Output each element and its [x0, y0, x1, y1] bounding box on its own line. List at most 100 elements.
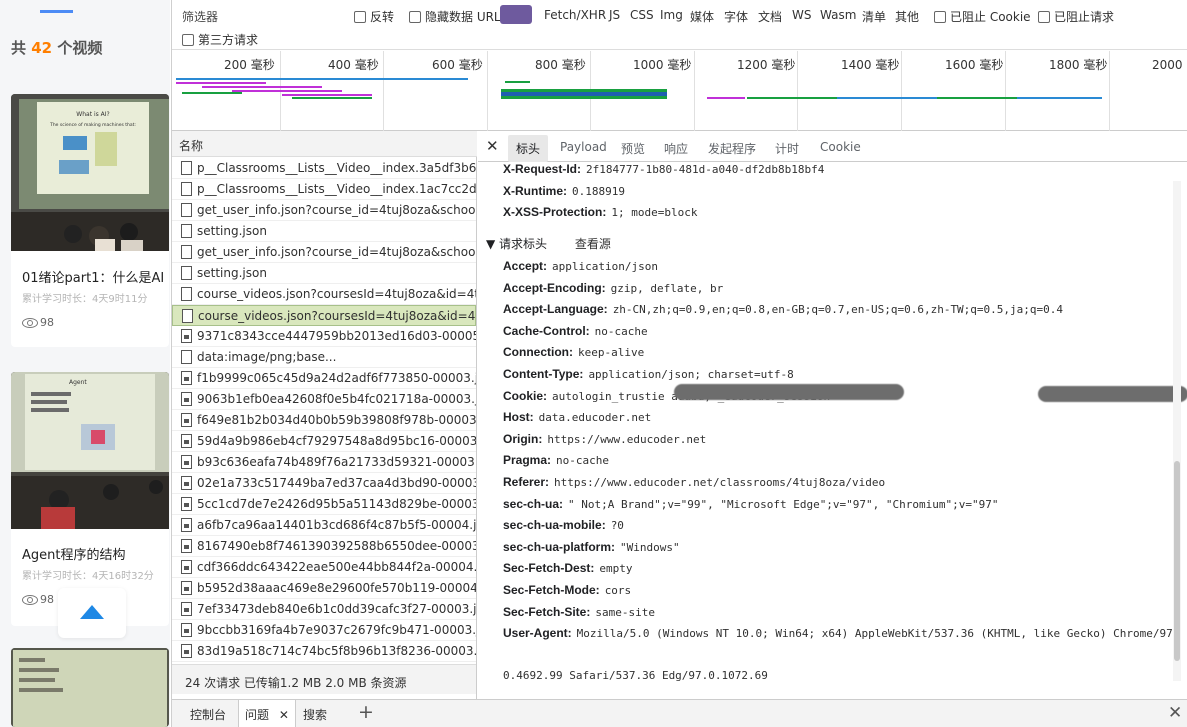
close-icon[interactable]: ✕: [279, 708, 289, 722]
request-name: p__Classrooms__Lists__Video__index.3a5df…: [197, 161, 476, 175]
header-value: " Not;A Brand";v="99", "Microsoft Edge";…: [568, 497, 999, 511]
request-row[interactable]: a6fb7ca96aa14401b3cd686f4c87b5f5-00004.j…: [172, 515, 476, 536]
video-card[interactable]: [11, 648, 169, 727]
blocked-requests-checkbox[interactable]: 已阻止请求: [1038, 8, 1114, 25]
add-tab-icon[interactable]: +: [358, 701, 374, 723]
slide-title: What is AI?: [76, 111, 109, 118]
scrollbar-thumb[interactable]: [1174, 461, 1180, 661]
filter-input[interactable]: 筛选器: [182, 8, 218, 25]
request-name: 5cc1cd7de7e2426d95b5a51143d829be-00003.j…: [197, 497, 476, 511]
request-row[interactable]: b93c636eafa74b489f76a21733d59321-00003.j…: [172, 452, 476, 473]
tab-initiator[interactable]: 发起程序: [708, 140, 756, 157]
tab-headers[interactable]: 标头: [508, 135, 549, 162]
tick-line: [1109, 51, 1110, 131]
type-fetch-xhr[interactable]: Fetch/XHR: [544, 8, 606, 22]
details-scrollbar[interactable]: [1173, 181, 1181, 681]
header-row: Accept-Language: zh-CN,zh;q=0.9,en;q=0.8,…: [503, 302, 1063, 316]
request-row[interactable]: 8167490eb8f7461390392588b6550dee-00003.j…: [172, 536, 476, 557]
header-value: keep-alive: [578, 346, 645, 360]
request-row[interactable]: 9371c8343cce4447959bb2013ed16d03-00005.j…: [172, 326, 476, 347]
request-row[interactable]: f649e81b2b034d40b0b59b39808f978b-00003.j…: [172, 410, 476, 431]
tab-issues[interactable]: 问题 ✕: [238, 700, 296, 727]
header-key: Sec-Fetch-Dest:: [503, 561, 595, 576]
tick-label: 1200 毫秒: [737, 58, 796, 72]
request-row[interactable]: data:image/png;base...: [172, 347, 476, 368]
request-row[interactable]: p__Classrooms__Lists__Video__index.1ac7c…: [172, 179, 476, 200]
tab-cookies[interactable]: Cookie: [820, 140, 861, 154]
video-thumbnail[interactable]: What is AI? The science of making machin…: [11, 94, 169, 251]
close-icon[interactable]: ✕: [486, 137, 499, 155]
request-row[interactable]: 7ef33473deb840e6b1c0dd39cafc3f27-00003.j…: [172, 599, 476, 620]
header-value: 1; mode=block: [611, 206, 698, 219]
request-row[interactable]: 83d19a518c714c74bc5f8b96b13f8236-00003.j…: [172, 641, 476, 662]
request-row[interactable]: setting.json: [172, 263, 476, 284]
request-name: b93c636eafa74b489f76a21733d59321-00003.j…: [197, 455, 476, 469]
hide-data-urls-label: 隐藏数据 URL: [425, 10, 501, 24]
request-row[interactable]: 9bccbb3169fa4b7e9037c2679fc9b471-00003.j…: [172, 620, 476, 641]
close-drawer-icon[interactable]: ✕: [1168, 703, 1182, 723]
video-title[interactable]: Agent程序的结构: [22, 544, 125, 563]
tick-label: 1400 毫秒: [841, 58, 900, 72]
total-suffix: 个视频: [57, 39, 103, 57]
request-row[interactable]: p__Classrooms__Lists__Video__index.3a5df…: [172, 158, 476, 179]
request-row[interactable]: course_videos.json?coursesId=4tuj8oza&id…: [172, 305, 476, 326]
tab-payload[interactable]: Payload: [560, 140, 607, 154]
hide-data-urls-checkbox[interactable]: 隐藏数据 URL: [409, 8, 501, 25]
request-row[interactable]: course_videos.json?coursesId=4tuj8oza&id…: [172, 284, 476, 305]
request-row[interactable]: get_user_info.json?course_id=4tuj8oza&sc…: [172, 242, 476, 263]
type-font[interactable]: 字体: [724, 8, 748, 25]
tab-console[interactable]: 控制台: [190, 706, 226, 723]
request-row[interactable]: f1b9999c065c45d9a24d2adf6f773850-00003.j…: [172, 368, 476, 389]
tab-response[interactable]: 响应: [664, 140, 688, 157]
network-overview-timeline[interactable]: 200 毫秒 400 毫秒 600 毫秒 800 毫秒 1000 毫秒 1200…: [172, 51, 1187, 131]
type-img[interactable]: Img: [660, 8, 683, 22]
video-thumbnail[interactable]: [11, 648, 169, 727]
file-icon: [181, 224, 192, 238]
request-row[interactable]: 9063b1efb0ea42608f0e5b4fc021718a-00003.j…: [172, 389, 476, 410]
blocked-cookies-checkbox[interactable]: 已阻止 Cookie: [934, 8, 1031, 25]
type-ws[interactable]: WS: [792, 8, 811, 22]
third-party-checkbox[interactable]: 第三方请求: [182, 31, 258, 48]
type-media[interactable]: 媒体: [690, 8, 714, 25]
video-card[interactable]: What is AI? The science of making machin…: [11, 94, 169, 347]
video-thumbnail[interactable]: Agent: [11, 372, 169, 529]
type-css[interactable]: CSS: [630, 8, 654, 22]
back-to-top-button[interactable]: [58, 588, 126, 638]
view-source-link[interactable]: 查看源: [575, 237, 611, 251]
waterfall-bar: [292, 97, 372, 99]
waterfall-bar: [505, 81, 530, 83]
waterfall-bar: [747, 97, 837, 99]
invert-checkbox[interactable]: 反转: [354, 8, 394, 25]
request-name: get_user_info.json?course_id=4tuj8oza&sc…: [197, 203, 476, 217]
type-other[interactable]: 其他: [895, 8, 919, 25]
request-row[interactable]: 02e1a733c517449ba7ed37caa4d3bd90-00003.j…: [172, 473, 476, 494]
tab-search[interactable]: 搜索: [303, 706, 327, 723]
tab-preview[interactable]: 预览: [621, 140, 645, 157]
checkbox-icon: [354, 10, 366, 23]
type-manifest[interactable]: 清单: [862, 8, 886, 25]
request-row[interactable]: setting.json: [172, 221, 476, 242]
request-headers-section-title[interactable]: ▼ 请求标头 查看源: [486, 235, 611, 252]
type-doc[interactable]: 文档: [758, 8, 782, 25]
header-value: application/json; charset=utf-8: [588, 368, 794, 381]
request-row[interactable]: b5952d38aaac469e8e29600fe570b119-00004.j…: [172, 578, 476, 599]
header-row: sec-ch-ua-platform: "Windows": [503, 540, 680, 554]
request-row[interactable]: 59d4a9b986eb4cf79297548a8d95bc16-00003.j…: [172, 431, 476, 452]
all-types-button[interactable]: [500, 5, 532, 24]
header-row: Sec-Fetch-Site: same-site: [503, 605, 655, 619]
header-key: Sec-Fetch-Mode:: [503, 583, 600, 597]
header-key: Host:: [503, 410, 534, 425]
checkbox-icon: [1038, 10, 1050, 23]
request-row[interactable]: get_user_info.json?course_id=4tuj8oza&sc…: [172, 200, 476, 221]
request-row[interactable]: cdf366ddc643422eae500e44bb844f2a-00004.j…: [172, 557, 476, 578]
header-key: Referer:: [503, 475, 550, 489]
name-column-header[interactable]: 名称: [172, 131, 477, 157]
tab-timing[interactable]: 计时: [775, 140, 799, 157]
header-key: Pragma:: [503, 453, 552, 468]
header-key: Accept:: [503, 259, 548, 273]
video-title[interactable]: 01绪论part1：什么是AI: [22, 267, 164, 286]
type-js[interactable]: JS: [609, 8, 620, 22]
request-row[interactable]: 5cc1cd7de7e2426d95b5a51143d829be-00003.j…: [172, 494, 476, 515]
type-wasm[interactable]: Wasm: [820, 8, 856, 22]
checkbox-icon: [409, 10, 421, 23]
